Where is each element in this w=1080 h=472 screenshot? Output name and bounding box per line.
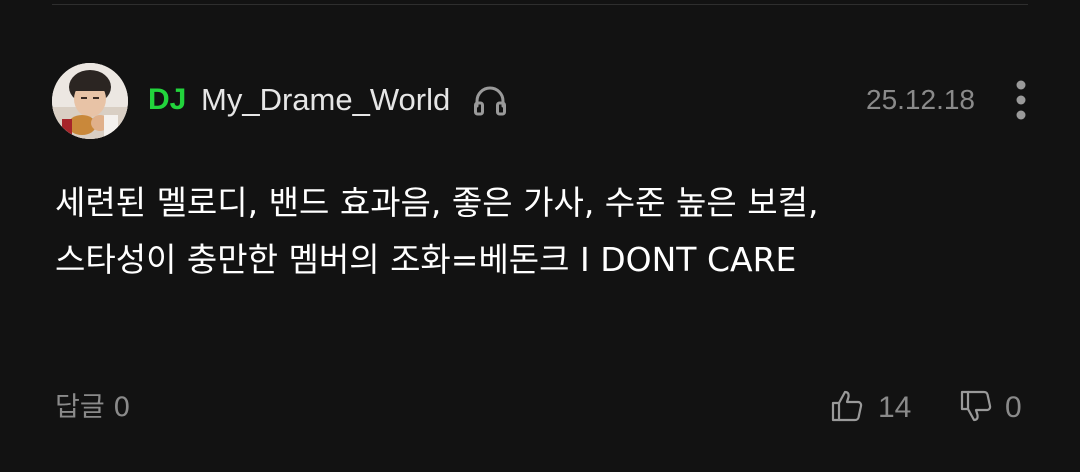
comment-text: 세련된 멜로디, 밴드 효과음, 좋은 가사, 수준 높은 보컬, 스타성이 충… <box>55 183 819 279</box>
username[interactable]: My_Drame_World <box>201 82 450 118</box>
more-vertical-icon[interactable] <box>1006 78 1036 122</box>
comment-item: DJ My_Drame_World 25.12.18 세련된 멜로디, 밴드 효… <box>0 0 1080 472</box>
thumbs-down-icon <box>959 389 993 427</box>
comment-date: 25.12.18 <box>866 84 975 115</box>
thumbs-up-icon <box>830 389 864 427</box>
like-button[interactable]: 14 <box>830 388 911 428</box>
like-count: 14 <box>878 391 912 424</box>
headphones-icon <box>473 84 507 116</box>
dislike-count: 0 <box>1005 391 1022 424</box>
dislike-button[interactable]: 0 <box>959 388 1022 428</box>
dj-badge: DJ <box>148 83 187 116</box>
reply-button[interactable]: 답글 0 <box>55 390 130 426</box>
avatar[interactable] <box>52 63 128 139</box>
